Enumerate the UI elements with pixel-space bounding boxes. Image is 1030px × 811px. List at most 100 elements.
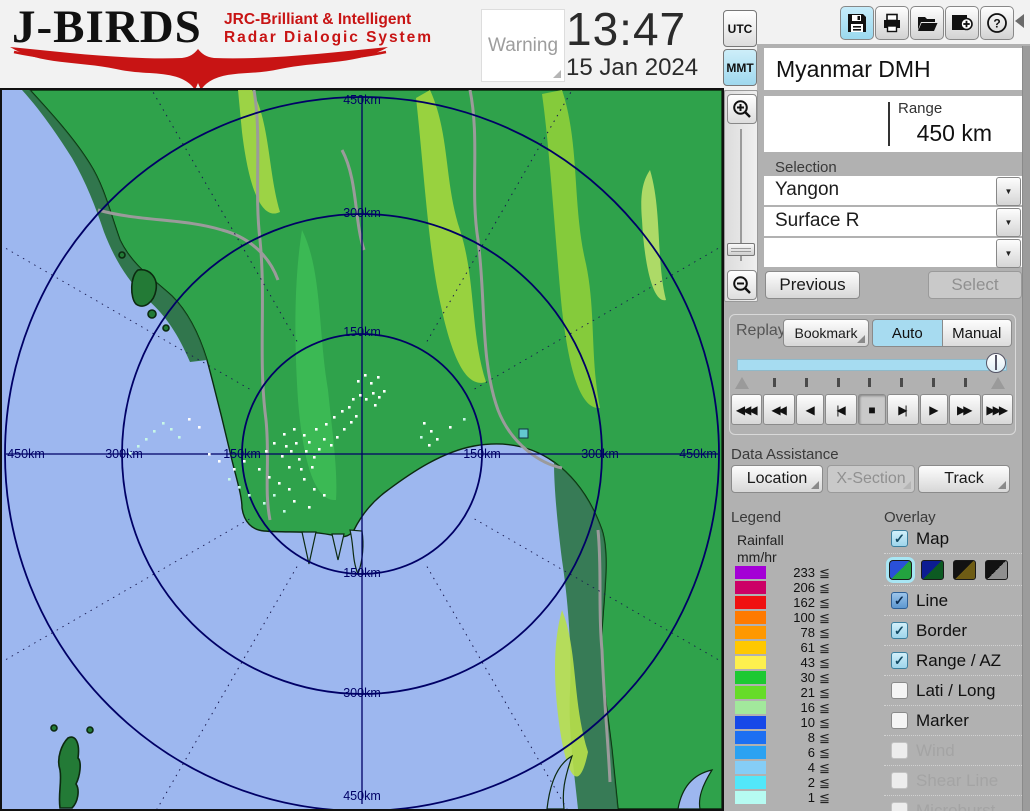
- checkbox[interactable]: [891, 682, 908, 699]
- map-zoom-control: [724, 90, 758, 302]
- checkbox[interactable]: ✓: [891, 622, 908, 639]
- checkbox[interactable]: [891, 802, 908, 811]
- checkbox[interactable]: ✓: [891, 592, 908, 609]
- map-style-swatch[interactable]: [985, 560, 1008, 580]
- overlay-item-shear-line[interactable]: Shear Line: [884, 765, 1022, 795]
- x-section-button[interactable]: X-Section: [827, 465, 915, 493]
- legend-comparator: ≦: [819, 715, 830, 731]
- jump-end-button[interactable]: ▶|: [887, 394, 918, 425]
- checkbox[interactable]: [891, 772, 908, 789]
- replay-slider-track[interactable]: [737, 359, 1007, 371]
- overlay-item-label: Range / AZ: [916, 651, 1001, 671]
- play-button[interactable]: ▶: [920, 394, 948, 425]
- track-button[interactable]: Track: [918, 465, 1010, 493]
- echo-dot: [383, 390, 386, 393]
- checkbox[interactable]: [891, 712, 908, 729]
- legend-color-swatch: [735, 596, 766, 609]
- overlay-item-microburst[interactable]: Microburst: [884, 795, 1022, 811]
- echo-dot: [355, 415, 358, 418]
- legend-value: 61: [771, 640, 815, 655]
- range-ring-label: 300km: [343, 686, 381, 700]
- auto-mode-button[interactable]: Auto: [872, 319, 943, 347]
- warning-button[interactable]: Warning: [481, 9, 565, 82]
- echo-dot: [278, 482, 281, 485]
- product-dropdown[interactable]: Surface R ▼: [764, 207, 1022, 236]
- checkbox[interactable]: ✓: [891, 652, 908, 669]
- overlay-item-line[interactable]: ✓ Line: [884, 585, 1022, 615]
- slider-start-marker-icon[interactable]: [735, 377, 749, 389]
- legend-comparator: ≦: [819, 700, 830, 716]
- overlay-item-range-az[interactable]: ✓ Range / AZ: [884, 645, 1022, 675]
- chevron-down-icon[interactable]: ▼: [996, 239, 1021, 268]
- checkbox[interactable]: [891, 742, 908, 759]
- option-dropdown[interactable]: ▼: [764, 238, 1022, 267]
- echo-dot: [162, 422, 165, 425]
- zoom-slider-track[interactable]: [740, 129, 742, 261]
- echo-dot: [303, 478, 306, 481]
- overlay-item-border[interactable]: ✓Border: [884, 615, 1022, 645]
- panel-collapse-arrow-icon[interactable]: [1015, 14, 1024, 28]
- chevron-down-icon[interactable]: ▼: [996, 177, 1021, 206]
- legend-entries: 233≦206≦162≦100≦78≦61≦43≦30≦21≦16≦10≦8≦6…: [735, 565, 855, 805]
- legend-value: 21: [771, 685, 815, 700]
- checkbox[interactable]: ✓: [891, 530, 908, 547]
- jump-start-button[interactable]: |◀: [825, 394, 856, 425]
- add-image-button[interactable]: [945, 6, 979, 40]
- range-ring-label: 150km: [463, 447, 501, 461]
- map-style-swatch[interactable]: [953, 560, 976, 580]
- forward-fast-button[interactable]: ▶▶▶: [982, 394, 1013, 425]
- save-button[interactable]: [840, 6, 874, 40]
- echo-dot: [208, 453, 211, 456]
- previous-button[interactable]: Previous: [765, 271, 860, 299]
- location-button[interactable]: Location: [731, 465, 823, 493]
- overlay-item-marker[interactable]: Marker: [884, 705, 1022, 735]
- forward-button[interactable]: ▶▶: [949, 394, 980, 425]
- legend-value: 233: [771, 565, 815, 580]
- echo-dot: [288, 488, 291, 491]
- overlay-item-lati-long[interactable]: Lati / Long: [884, 675, 1022, 705]
- range-ring-label: 450km: [7, 447, 45, 461]
- overlay-item-map[interactable]: ✓Map: [884, 524, 1022, 553]
- legend-entry: 4≦: [735, 760, 855, 775]
- rewind-button[interactable]: ◀◀: [763, 394, 794, 425]
- map-style-swatch[interactable]: [921, 560, 944, 580]
- legend-entry: 206≦: [735, 580, 855, 595]
- timezone-mmt-button[interactable]: MMT: [723, 49, 757, 86]
- echo-dot: [308, 441, 311, 444]
- overlay-item-label: Line: [916, 591, 948, 611]
- image-plus-icon: [951, 13, 973, 33]
- zoom-in-button[interactable]: [727, 94, 757, 124]
- help-button[interactable]: ?: [980, 6, 1014, 40]
- stop-button[interactable]: ■: [858, 394, 886, 425]
- replay-slider-handle[interactable]: [986, 353, 1006, 373]
- echo-dot: [333, 416, 336, 419]
- timezone-utc-button[interactable]: UTC: [723, 10, 757, 47]
- zoom-out-button[interactable]: [727, 270, 757, 300]
- step-back-button[interactable]: ◀: [796, 394, 824, 425]
- legend-value: 4: [771, 760, 815, 775]
- legend-color-swatch: [735, 641, 766, 654]
- manual-mode-button[interactable]: Manual: [943, 319, 1013, 347]
- legend-comparator: ≦: [819, 745, 830, 761]
- map-style-swatch[interactable]: [889, 560, 912, 580]
- zoom-slider-handle[interactable]: [727, 243, 755, 256]
- site-dropdown-value: Yangon: [775, 179, 839, 201]
- print-button[interactable]: [875, 6, 909, 40]
- open-file-button[interactable]: [910, 6, 944, 40]
- bookmark-button[interactable]: Bookmark: [783, 319, 869, 347]
- echo-dot: [300, 468, 303, 471]
- panel-edge-strip: [1022, 46, 1030, 811]
- legend-comparator: ≦: [819, 760, 830, 776]
- site-dropdown[interactable]: Yangon ▼: [764, 176, 1022, 205]
- range-ring-label: 450km: [343, 93, 381, 107]
- slider-end-marker-icon[interactable]: [991, 377, 1005, 389]
- range-value: 450 km: [862, 120, 992, 147]
- chevron-down-icon[interactable]: ▼: [996, 208, 1021, 237]
- overlay-item-wind[interactable]: Wind: [884, 735, 1022, 765]
- rewind-fast-button[interactable]: ◀◀◀: [731, 394, 762, 425]
- legend-comparator: ≦: [819, 730, 830, 746]
- select-button[interactable]: Select: [928, 271, 1022, 299]
- radar-map[interactable]: 450km300km150km150km300km450km450km300km…: [0, 88, 724, 811]
- legend-color-swatch: [735, 791, 766, 804]
- map-style-swatches: [884, 553, 1022, 585]
